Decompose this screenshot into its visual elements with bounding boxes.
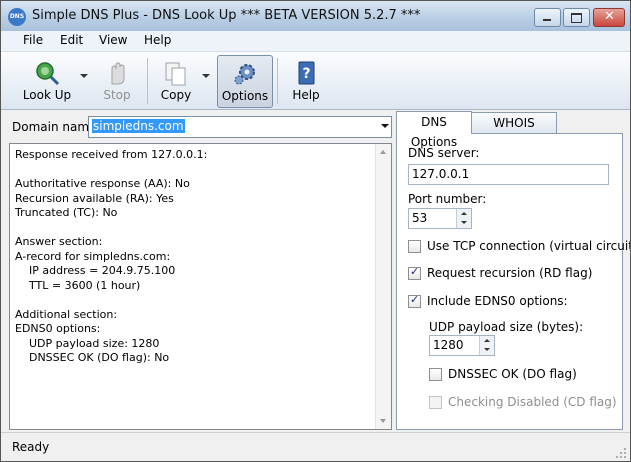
svg-text:?: ?: [302, 66, 310, 82]
options-button[interactable]: Options: [217, 55, 273, 108]
menu-file[interactable]: File: [23, 33, 43, 47]
udp-payload-size-value: 1280: [433, 338, 464, 352]
udp-stepper-arrows[interactable]: [479, 336, 494, 355]
copy-icon: [165, 62, 186, 86]
up-arrow-icon[interactable]: [461, 212, 467, 215]
close-button[interactable]: ✕: [593, 8, 625, 27]
checking-disabled-label: Checking Disabled (CD flag): [448, 395, 617, 409]
menu-help[interactable]: Help: [144, 33, 171, 47]
result-text: Response received from 127.0.0.1: Author…: [15, 148, 208, 364]
copy-button[interactable]: Copy: [153, 55, 199, 106]
lookup-label: Look Up: [22, 88, 72, 102]
port-stepper-arrows[interactable]: [456, 209, 471, 228]
options-label: Options: [221, 89, 269, 103]
stop-hand-icon: [111, 62, 125, 85]
down-arrow-icon[interactable]: [461, 221, 467, 224]
menu-view[interactable]: View: [99, 33, 127, 47]
udp-payload-size-stepper[interactable]: 1280: [429, 335, 495, 356]
resize-grip-icon[interactable]: [615, 447, 627, 459]
close-icon: ✕: [604, 9, 615, 24]
menu-bar: File Edit View Help: [1, 31, 630, 52]
dnssec-ok-checkbox[interactable]: [429, 368, 442, 381]
chevron-down-icon[interactable]: [381, 124, 389, 128]
vertical-scrollbar[interactable]: [375, 144, 391, 429]
toolbar-separator: [277, 58, 278, 104]
copy-dropdown-icon[interactable]: [202, 74, 210, 78]
scroll-down-icon[interactable]: [380, 419, 386, 423]
udp-payload-size-label: UDP payload size (bytes):: [429, 320, 584, 334]
include-edns0-label[interactable]: Include EDNS0 options:: [427, 294, 568, 308]
gear-icon: [234, 64, 255, 85]
port-number-value: 53: [412, 211, 428, 225]
help-label: Help: [292, 88, 320, 102]
dnssec-ok-label[interactable]: DNSSEC OK (DO flag): [448, 367, 577, 381]
stop-label: Stop: [103, 88, 131, 102]
main-window: DNS Simple DNS Plus - DNS Look Up *** BE…: [0, 0, 631, 462]
scroll-up-icon[interactable]: [380, 150, 386, 154]
minimize-button[interactable]: [534, 8, 561, 27]
title-bar[interactable]: DNS Simple DNS Plus - DNS Look Up *** BE…: [1, 1, 630, 31]
stop-button[interactable]: Stop: [96, 55, 138, 106]
up-arrow-icon[interactable]: [484, 339, 490, 342]
toolbar-separator: [147, 58, 148, 104]
include-edns0-checkbox[interactable]: [408, 293, 421, 308]
status-bar: Ready: [1, 432, 630, 461]
help-book-icon: ?: [298, 61, 315, 85]
request-recursion-label[interactable]: Request recursion (RD flag): [427, 266, 592, 280]
use-tcp-label[interactable]: Use TCP connection (virtual circuit): [427, 239, 630, 253]
lookup-dropdown-icon[interactable]: [80, 74, 88, 78]
status-text: Ready: [12, 440, 50, 454]
toolbar: Look Up Stop Copy Options ? Help: [1, 52, 630, 110]
app-icon: DNS: [8, 8, 26, 26]
dns-options-page: DNS server: 127.0.0.1 Port number: 53 Us…: [396, 133, 630, 430]
tab-dns-options[interactable]: DNS Options: [396, 111, 472, 149]
dns-server-value: 127.0.0.1: [412, 167, 470, 181]
lookup-icon: [36, 62, 60, 86]
lookup-button[interactable]: Look Up: [17, 55, 77, 106]
tab-whois-options[interactable]: WHOIS Options: [471, 112, 557, 150]
window-title: Simple DNS Plus - DNS Look Up *** BETA V…: [32, 8, 421, 23]
checking-disabled-checkbox: [429, 396, 442, 409]
dns-server-input[interactable]: 127.0.0.1: [408, 164, 609, 185]
result-panel[interactable]: Response received from 127.0.0.1: Author…: [9, 143, 392, 430]
menu-edit[interactable]: Edit: [60, 33, 83, 47]
maximize-icon: [571, 13, 582, 23]
domain-name-value[interactable]: simpledns.com: [92, 119, 185, 133]
domain-name-combobox[interactable]: simpledns.com: [88, 116, 392, 138]
help-button[interactable]: ? Help: [284, 55, 328, 106]
request-recursion-checkbox[interactable]: [408, 265, 421, 280]
down-arrow-icon[interactable]: [484, 348, 490, 351]
port-number-stepper[interactable]: 53: [408, 208, 472, 229]
use-tcp-checkbox[interactable]: [408, 240, 421, 253]
copy-label: Copy: [160, 88, 192, 102]
port-number-label: Port number:: [408, 192, 487, 206]
minimize-icon: [543, 19, 551, 21]
maximize-button[interactable]: [563, 8, 590, 27]
